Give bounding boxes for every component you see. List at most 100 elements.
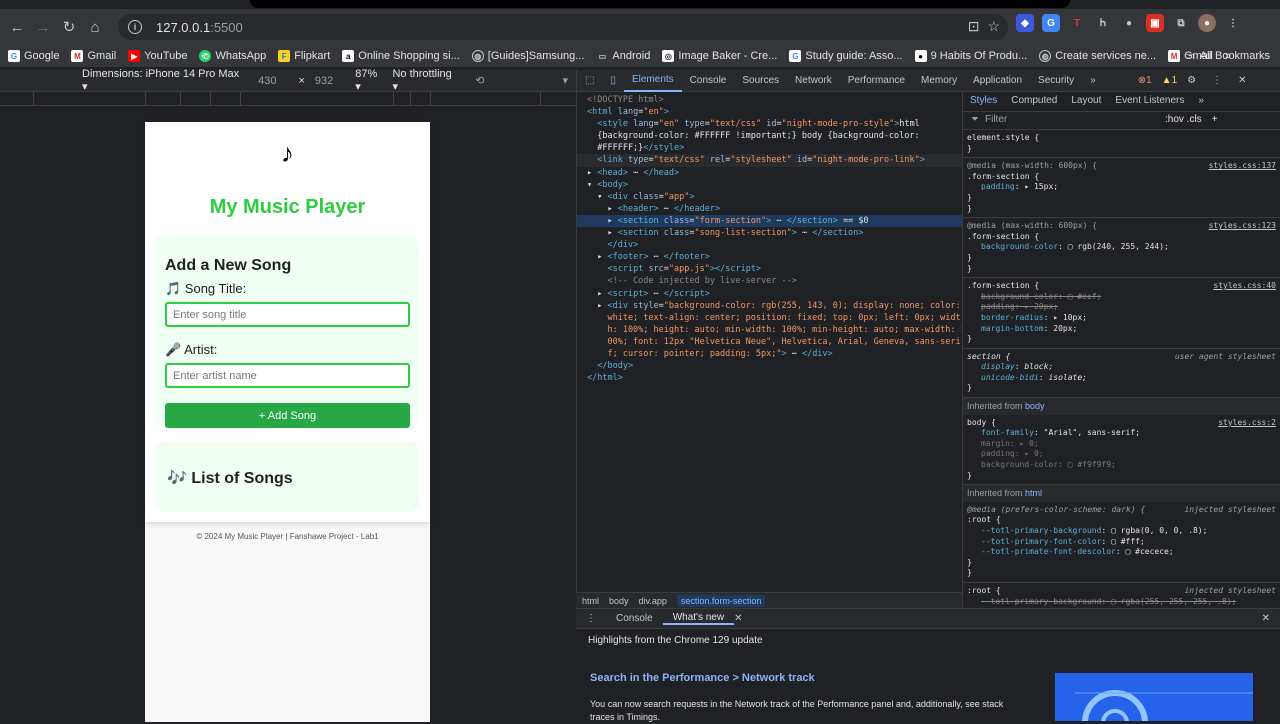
dom-line[interactable]: {background-color: #FFFFFF !important;} … [577, 130, 963, 142]
dom-line[interactable]: <script src="app.js"></script> [577, 263, 963, 275]
style-rule[interactable]: styles.css:40 .form-section {background-c… [963, 278, 1280, 349]
dom-line[interactable]: ▸ <script> ⋯ </script> [577, 288, 963, 300]
dom-line[interactable]: <!DOCTYPE html> [577, 94, 963, 106]
bookmark-online-shopping[interactable]: a Online Shopping si... [342, 50, 460, 62]
bookmark-image-baker[interactable]: ◎ Image Baker - Cre... [662, 50, 777, 62]
dom-line[interactable]: </div> [577, 239, 963, 251]
error-count[interactable]: ⊗ 1 [1130, 70, 1160, 92]
bookmark-whatsapp[interactable]: ✆ WhatsApp [199, 50, 266, 62]
home-icon[interactable]: ⌂ [82, 14, 108, 40]
more-tabs-button[interactable]: » [1082, 70, 1104, 92]
close-tab-icon[interactable]: ✕ [734, 613, 742, 624]
drawer-tab-console[interactable]: Console [606, 613, 663, 624]
puzzle-icon[interactable]: ⧉ [1172, 14, 1190, 32]
tab-sources[interactable]: Sources [734, 70, 787, 92]
dom-line[interactable]: </body> [577, 360, 963, 372]
tab-console[interactable]: Console [682, 70, 735, 92]
bookmark-samsung[interactable]: ◍ [Guides]Samsung... [471, 50, 584, 62]
close-devtools-icon[interactable]: ✕ [1230, 70, 1254, 92]
circle-extension-icon[interactable]: ● [1120, 14, 1138, 32]
tab-application[interactable]: Application [965, 70, 1030, 92]
crumb-div-app[interactable]: div.app [639, 596, 667, 606]
bookmark-gmail[interactable]: M Gmail [71, 50, 116, 62]
bookmark-star-icon[interactable]: ☆ [987, 18, 1000, 35]
bookmark-study-guide[interactable]: G Study guide: Asso... [789, 50, 903, 62]
dom-line[interactable]: <link type="text/css" rel="stylesheet" i… [577, 154, 963, 167]
tab-network[interactable]: Network [787, 70, 840, 92]
crumb-section[interactable]: section.form-section [676, 594, 766, 607]
song-title-input[interactable]: Enter song title [165, 302, 410, 327]
style-rule[interactable]: styles.css:123 @media (max-width: 600px) … [963, 218, 1280, 279]
all-bookmarks[interactable]: ▭ All Bookmarks [1184, 49, 1270, 63]
style-rule[interactable]: element.style {} [963, 130, 1280, 159]
forward-icon[interactable]: → [30, 14, 56, 40]
translate-extension-icon[interactable]: G [1042, 14, 1060, 32]
dom-line[interactable]: #FFFFFF;}</style> [577, 142, 963, 154]
inspect-element-icon[interactable]: ⬚ [577, 70, 602, 92]
style-rule[interactable]: user agent stylesheet section {display: b… [963, 349, 1280, 399]
style-rule[interactable]: injected stylesheet:root {--totl-primary… [963, 583, 1280, 608]
dom-line[interactable]: </html> [577, 372, 963, 384]
install-app-icon[interactable]: ⊡ [968, 18, 980, 35]
styles-filter-input[interactable]: Filter [985, 115, 1165, 126]
crumb-body[interactable]: body [609, 596, 629, 606]
reload-icon[interactable]: ↻ [56, 14, 82, 40]
shield-extension-icon[interactable]: ◆ [1016, 14, 1034, 32]
bookmark-google[interactable]: G Google [8, 50, 59, 62]
bookmark-android[interactable]: ▭ Android [596, 50, 651, 62]
device-menu-icon[interactable]: ▾ [562, 74, 568, 87]
dom-line[interactable]: <html lang="en"> [577, 106, 963, 118]
zoom-select[interactable]: 87% ▾ [355, 68, 384, 93]
dom-line[interactable]: white; text-align: center; position: fix… [577, 312, 963, 324]
tab-elements[interactable]: Elements [623, 70, 682, 92]
style-rule[interactable]: injected stylesheet @media (prefers-color… [963, 502, 1280, 583]
add-song-button[interactable]: + Add Song [165, 403, 410, 428]
dom-tree[interactable]: <!DOCTYPE html> <html lang="en"> <style … [577, 94, 963, 594]
dom-line[interactable]: h: 100%; height: auto; min-width: 100%; … [577, 324, 963, 336]
menu-dots-icon[interactable]: ⋮ [1224, 14, 1242, 32]
more-style-tabs[interactable]: » [1191, 96, 1211, 107]
tab-event-listeners[interactable]: Event Listeners [1108, 96, 1191, 107]
tab-performance[interactable]: Performance [840, 70, 913, 92]
tab-computed[interactable]: Computed [1004, 96, 1064, 107]
settings-gear-icon[interactable]: ⚙ [1179, 70, 1204, 92]
back-icon[interactable]: ← [4, 14, 30, 40]
artist-input[interactable]: Enter artist name [165, 363, 410, 388]
dom-line[interactable]: <style lang="en" type="text/css" id="nig… [577, 118, 963, 130]
tab-layout[interactable]: Layout [1064, 96, 1108, 107]
warning-count[interactable]: ▲ 1 [1160, 70, 1179, 92]
devtools-menu-icon[interactable]: ⋮ [1204, 70, 1230, 92]
device-dimensions-select[interactable]: Dimensions: iPhone 14 Pro Max ▾ [82, 68, 240, 93]
avatar[interactable]: ● [1198, 14, 1216, 32]
site-info-icon[interactable]: i [128, 20, 142, 34]
dom-line-selected[interactable]: ▸ <section class="form-section"> ⋯ </sec… [577, 214, 963, 228]
dom-line[interactable]: ▸ <div style="background-color: rgb(255,… [577, 300, 963, 312]
dom-line[interactable]: <!-- Code injected by live-server --> [577, 275, 963, 287]
dom-line[interactable]: ▸ <footer> ⋯ </footer> [577, 251, 963, 263]
tab-memory[interactable]: Memory [913, 70, 965, 92]
tab-security[interactable]: Security [1030, 70, 1082, 92]
drawer-tab-whats-new[interactable]: What's new [662, 612, 735, 625]
style-rule[interactable]: styles.css:2 body {font-family: "Arial", … [963, 415, 1280, 486]
tab-styles[interactable]: Styles [963, 96, 1004, 107]
dom-line[interactable]: ▸ <head> ⋯ </head> [577, 167, 963, 179]
device-width-input[interactable]: 430 [258, 75, 276, 87]
dom-line[interactable]: f; cursor: pointer; padding: 5px;"> ⋯ </… [577, 348, 963, 360]
bookmark-9-habits[interactable]: ● 9 Habits Of Produ... [914, 50, 1027, 62]
device-height-input[interactable]: 932 [315, 75, 333, 87]
address-bar[interactable]: i 127.0.0.1:5500 ⊡ ☆ [118, 14, 1008, 40]
article-title-link[interactable]: Search in the Performance > Network trac… [590, 672, 815, 684]
h-extension-icon[interactable]: Ꮒ [1094, 14, 1112, 32]
dom-line[interactable]: ▾ <body> [577, 179, 963, 191]
dom-line[interactable]: ▸ <section class="song-list-section"> ⋯ … [577, 227, 963, 239]
hov-cls-toggles[interactable]: :hov .cls [1165, 115, 1202, 126]
drawer-menu-icon[interactable]: ⋮ [576, 613, 606, 624]
red-extension-icon[interactable]: ▣ [1146, 14, 1164, 32]
close-drawer-icon[interactable]: ✕ [1252, 613, 1280, 624]
crumb-html[interactable]: html [582, 596, 599, 606]
bookmark-youtube[interactable]: ▶ YouTube [128, 50, 187, 62]
rotate-icon[interactable]: ⟲ [475, 74, 484, 87]
t-extension-icon[interactable]: T [1068, 14, 1086, 32]
add-rule-icon[interactable]: + [1212, 115, 1218, 126]
dom-line[interactable]: ▸ <header> ⋯ </header> [577, 203, 963, 215]
